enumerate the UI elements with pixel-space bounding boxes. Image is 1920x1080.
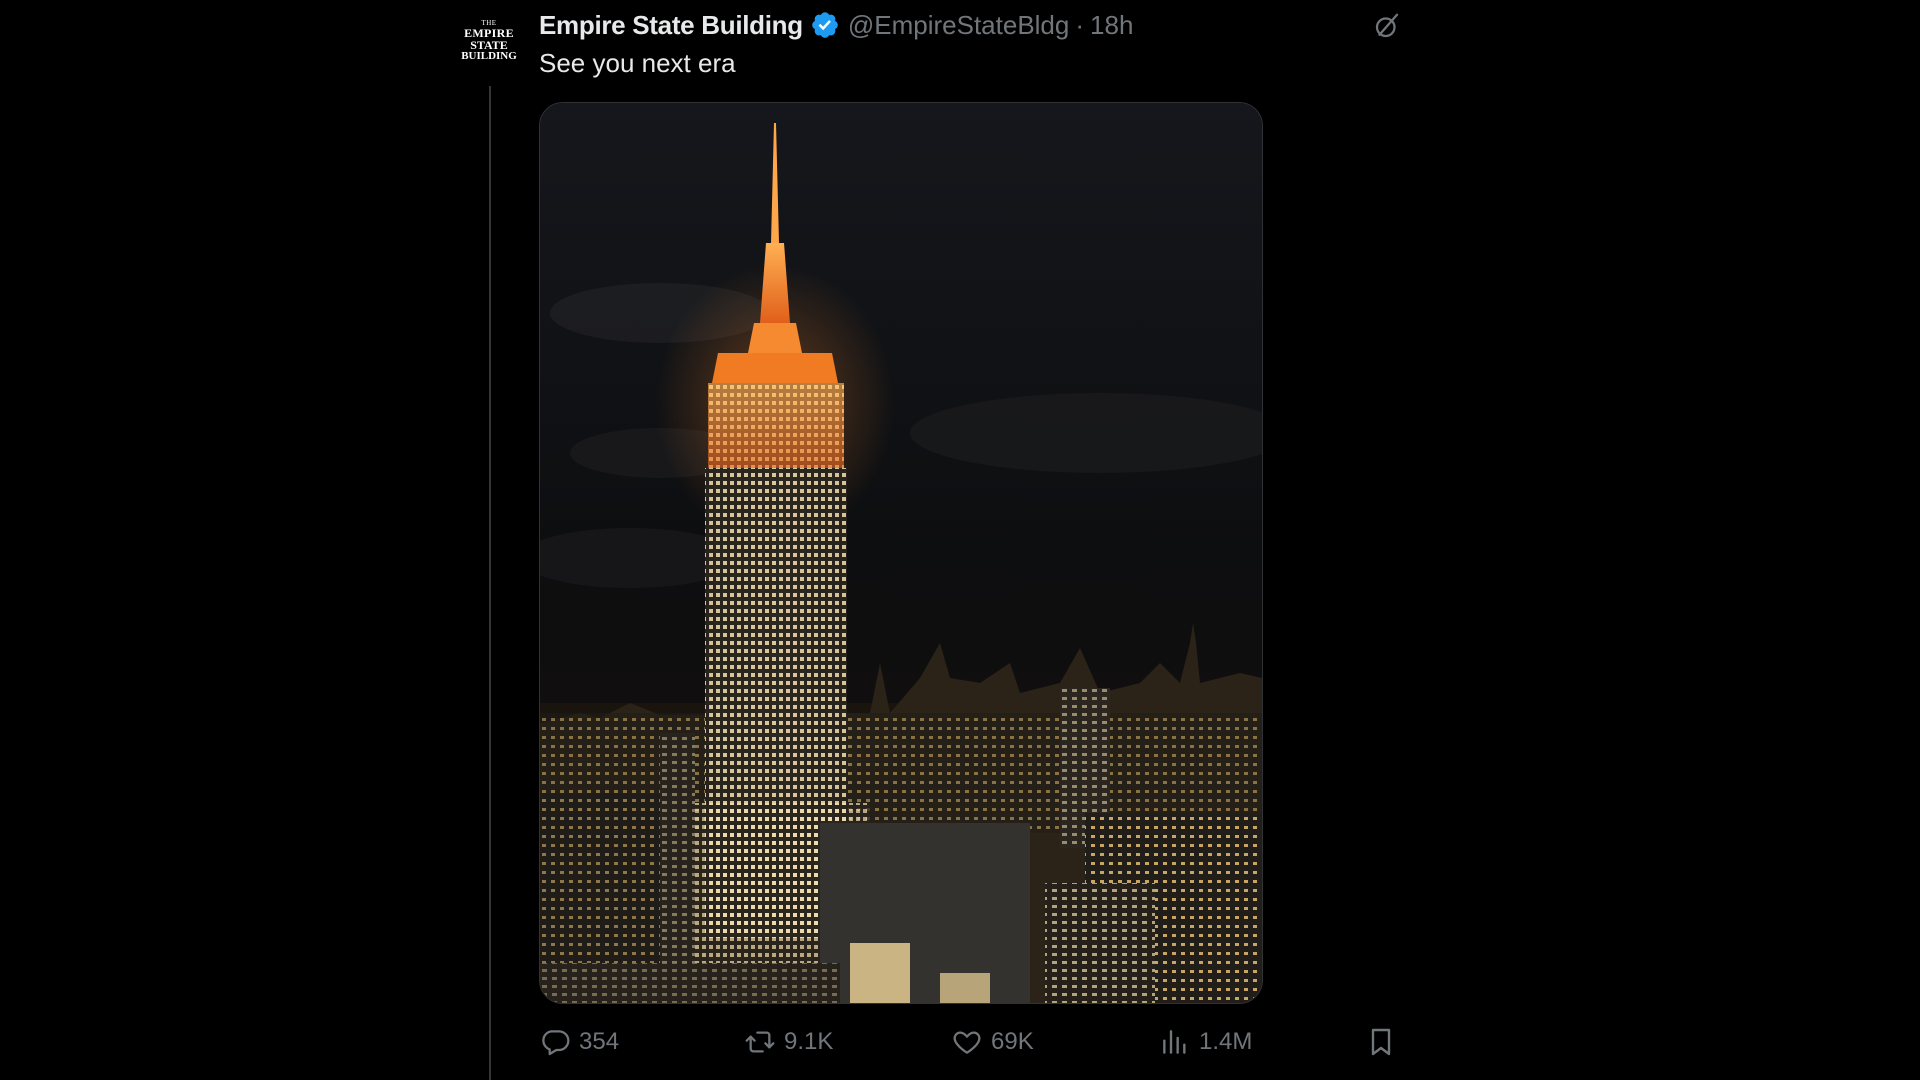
bookmark-button[interactable] <box>1365 1022 1405 1062</box>
separator-dot: · <box>1075 9 1085 40</box>
handle[interactable]: @EmpireStateBldg <box>848 10 1070 41</box>
repost-icon <box>744 1026 776 1058</box>
tweet-text: See you next era <box>539 48 736 78</box>
repost-count: 9.1K <box>784 1028 834 1055</box>
reply-icon <box>539 1026 571 1058</box>
bookmark-icon <box>1365 1026 1397 1058</box>
repost-button[interactable]: 9.1K <box>744 1022 833 1062</box>
verified-badge-icon <box>810 10 840 40</box>
display-name[interactable]: Empire State Building <box>539 10 803 41</box>
empire-state-building-photo <box>540 103 1262 1003</box>
tweet-photo[interactable] <box>539 102 1263 1004</box>
views-icon <box>1159 1026 1191 1058</box>
like-button[interactable]: 69K <box>951 1022 1034 1062</box>
like-count: 69K <box>991 1028 1034 1055</box>
reply-count: 354 <box>579 1028 620 1055</box>
tweet-actions: 354 9.1K 69K 1.4M <box>539 1022 1399 1062</box>
thread-line <box>489 86 491 1080</box>
views-count: 1.4M <box>1199 1028 1253 1055</box>
grok-icon[interactable] <box>1370 9 1404 43</box>
timestamp[interactable]: 18h <box>1090 10 1133 41</box>
avatar-text-4: BUILDING <box>461 50 517 62</box>
tweet-header: Empire State Building @EmpireStateBldg ·… <box>539 8 1133 42</box>
reply-button[interactable]: 354 <box>539 1022 619 1062</box>
avatar[interactable]: THE EMPIRE STATE BUILDING <box>457 18 521 64</box>
like-icon <box>951 1026 983 1058</box>
views-button[interactable]: 1.4M <box>1159 1022 1252 1062</box>
